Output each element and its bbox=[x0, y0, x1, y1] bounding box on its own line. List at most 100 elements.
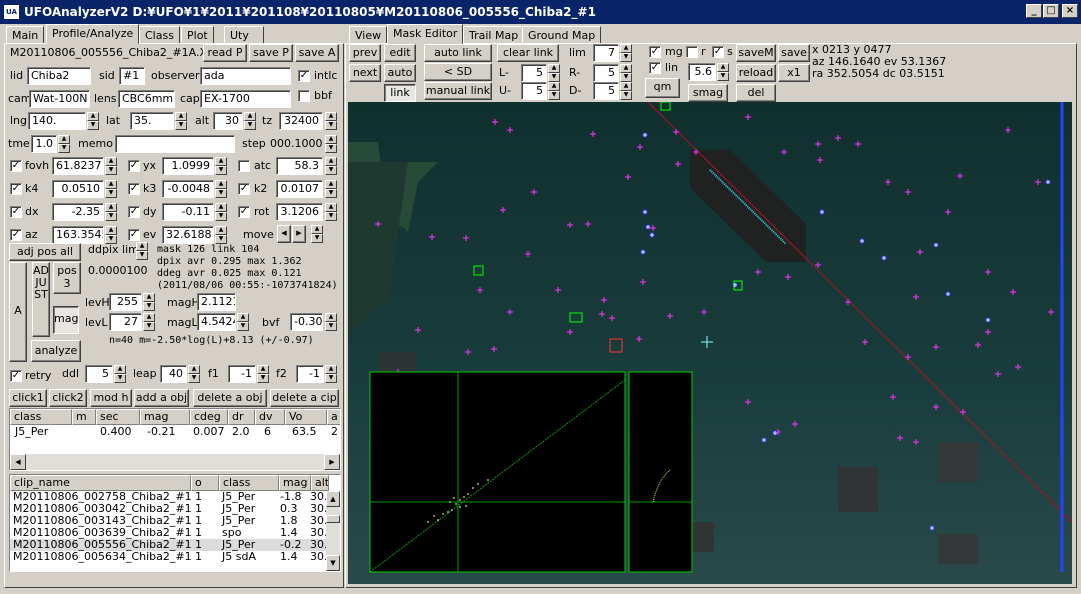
lens-field[interactable]: CBC6mm bbox=[118, 90, 175, 108]
dm-field[interactable]: 5 bbox=[593, 82, 619, 100]
reload-button[interactable]: reload bbox=[736, 64, 776, 82]
levh-spinner[interactable]: ▲ ▼ bbox=[143, 293, 155, 311]
k2-checkbox[interactable]: ✓ bbox=[238, 183, 250, 195]
mag-button[interactable]: mag bbox=[53, 306, 79, 334]
atc-spinner[interactable]: ▲ ▼ bbox=[325, 157, 337, 175]
close-button[interactable]: × bbox=[1062, 4, 1078, 18]
dx-checkbox[interactable]: ✓ bbox=[10, 206, 22, 218]
col-a[interactable]: a bbox=[327, 409, 340, 425]
s-checkbox[interactable]: ✓ bbox=[712, 46, 724, 58]
dm-spinner[interactable]: ▲ ▼ bbox=[620, 82, 632, 100]
bbf-checkbox[interactable] bbox=[298, 90, 310, 102]
smag-button[interactable]: smag bbox=[688, 84, 728, 102]
az-field[interactable]: 163.3545 bbox=[52, 226, 104, 244]
lat-field[interactable]: 35. bbox=[130, 112, 174, 130]
table-row[interactable]: J5_Per 0.400 -0.21 0.007 2.0 6 63.5 2 bbox=[10, 425, 340, 439]
pos3-button[interactable]: pos 3 bbox=[53, 262, 81, 294]
save-p-button[interactable]: save P bbox=[249, 44, 293, 62]
savem-button[interactable]: saveM bbox=[736, 44, 776, 62]
dx-field[interactable]: -2.35 bbox=[52, 203, 104, 221]
fovh-spinner[interactable]: ▲ ▼ bbox=[105, 157, 117, 175]
mg-checkbox[interactable]: ✓ bbox=[649, 46, 661, 58]
bvf-spinner[interactable]: ▲ ▼ bbox=[325, 313, 337, 331]
lng-field[interactable]: 140. bbox=[28, 112, 86, 130]
tz-field[interactable]: 32400 bbox=[279, 112, 323, 130]
rm-field[interactable]: 5 bbox=[593, 64, 619, 82]
col-clip-name[interactable]: clip_name bbox=[10, 475, 191, 491]
col-dr[interactable]: dr bbox=[228, 409, 255, 425]
col-clip-alt[interactable]: alt bbox=[311, 475, 329, 491]
f1-spinner[interactable]: ▲ ▼ bbox=[257, 365, 269, 383]
cap-field[interactable]: EX-1700 bbox=[200, 90, 291, 108]
scroll-right-icon[interactable]: ▶ bbox=[324, 454, 340, 470]
az-spinner[interactable]: ▲ ▼ bbox=[105, 226, 117, 244]
scroll-up-icon[interactable]: ▲ bbox=[326, 491, 340, 507]
tab-plot[interactable]: Plot bbox=[181, 26, 214, 44]
step-spinner[interactable]: ▲ ▼ bbox=[325, 135, 337, 153]
edit-button[interactable]: edit bbox=[384, 44, 416, 62]
atc-field[interactable]: 58.3 bbox=[276, 157, 323, 175]
clip-table-vscroll[interactable]: ▲ ▼ bbox=[326, 491, 340, 571]
dy-checkbox[interactable]: ✓ bbox=[128, 206, 140, 218]
tab-uty[interactable]: Uty bbox=[224, 26, 264, 44]
magh-field[interactable]: 2.1121 bbox=[197, 293, 236, 311]
list-item[interactable]: M20110806_005634_Chiba2_#1 1 J5 sdA 1.4 30. bbox=[10, 551, 328, 563]
yx-checkbox[interactable]: ✓ bbox=[128, 160, 140, 172]
rot-field[interactable]: 3.1206 bbox=[276, 203, 323, 221]
tme-field[interactable]: 1.0 bbox=[31, 135, 57, 153]
f1-field[interactable]: -1 bbox=[228, 365, 256, 383]
k3-spinner[interactable]: ▲ ▼ bbox=[215, 180, 227, 198]
memo-field[interactable] bbox=[115, 135, 235, 153]
f2-spinner[interactable]: ▲ ▼ bbox=[325, 365, 337, 383]
observer-field[interactable]: ada bbox=[200, 67, 291, 85]
f2-field[interactable]: -1 bbox=[296, 365, 324, 383]
cam-field[interactable]: Wat-100N bbox=[29, 90, 90, 108]
k3-field[interactable]: -0.0048 bbox=[162, 180, 214, 198]
col-o[interactable]: o bbox=[191, 475, 219, 491]
lin-spinner[interactable]: ▲ ▼ bbox=[717, 63, 729, 81]
alt-spinner[interactable]: ▲ ▼ bbox=[244, 112, 256, 130]
col-clip-mag[interactable]: mag bbox=[279, 475, 311, 491]
class-table-hscroll[interactable]: ◀ ▶ bbox=[10, 454, 340, 470]
tab-main[interactable]: Main bbox=[6, 26, 45, 44]
col-cdeg[interactable]: cdeg bbox=[190, 409, 228, 425]
lin-value-field[interactable]: 5.6 bbox=[688, 63, 716, 81]
dy-spinner[interactable]: ▲ ▼ bbox=[215, 203, 227, 221]
sd-button[interactable]: < SD bbox=[424, 63, 492, 81]
ddl-spinner[interactable]: ▲ ▼ bbox=[114, 365, 126, 383]
rot-spinner[interactable]: ▲ ▼ bbox=[325, 203, 337, 221]
scroll-down-icon[interactable]: ▼ bbox=[326, 555, 340, 571]
scroll-left-icon[interactable]: ◀ bbox=[10, 454, 26, 470]
k2-field[interactable]: 0.0107 bbox=[276, 180, 323, 198]
levl-field[interactable]: 27 bbox=[109, 313, 142, 331]
ev-field[interactable]: 32.6188 bbox=[162, 226, 214, 244]
scroll-thumb[interactable] bbox=[326, 515, 340, 523]
rm-spinner[interactable]: ▲ ▼ bbox=[620, 64, 632, 82]
add-obj-button[interactable]: add a obj bbox=[134, 389, 189, 407]
leap-field[interactable]: 40 bbox=[160, 365, 187, 383]
sid-field[interactable]: #1 bbox=[119, 67, 145, 85]
col-dv[interactable]: dv bbox=[255, 409, 285, 425]
link-button[interactable]: link bbox=[384, 84, 416, 102]
bvf-field[interactable]: -0.30 bbox=[290, 313, 323, 331]
col-sec[interactable]: sec bbox=[96, 409, 140, 425]
col-mag[interactable]: mag bbox=[140, 409, 190, 425]
fovh-checkbox[interactable]: ✓ bbox=[10, 160, 22, 172]
tab-ground-map[interactable]: Ground Map bbox=[522, 26, 602, 44]
tab-trail-map[interactable]: Trail Map bbox=[463, 26, 525, 44]
read-p-button[interactable]: read P bbox=[203, 44, 247, 62]
ev-checkbox[interactable]: ✓ bbox=[128, 229, 140, 241]
ev-spinner[interactable]: ▲ ▼ bbox=[215, 226, 227, 244]
move-left-button[interactable]: ◀ bbox=[277, 225, 291, 243]
lim-spinner[interactable]: ▲ ▼ bbox=[620, 44, 632, 62]
az-checkbox[interactable]: ✓ bbox=[10, 229, 22, 241]
lid-field[interactable]: Chiba2 bbox=[27, 67, 91, 85]
r-checkbox[interactable] bbox=[686, 46, 698, 58]
um-spinner[interactable]: ▲ ▼ bbox=[548, 82, 560, 100]
mod-h-button[interactable]: mod h bbox=[90, 389, 132, 407]
leap-spinner[interactable]: ▲ ▼ bbox=[188, 365, 200, 383]
move-spinner[interactable]: ▲ ▼ bbox=[311, 225, 323, 243]
ddl-field[interactable]: 5 bbox=[85, 365, 113, 383]
adj-pos-all-button[interactable]: adj pos all bbox=[9, 243, 81, 261]
click1-button[interactable]: click1 bbox=[9, 389, 47, 407]
